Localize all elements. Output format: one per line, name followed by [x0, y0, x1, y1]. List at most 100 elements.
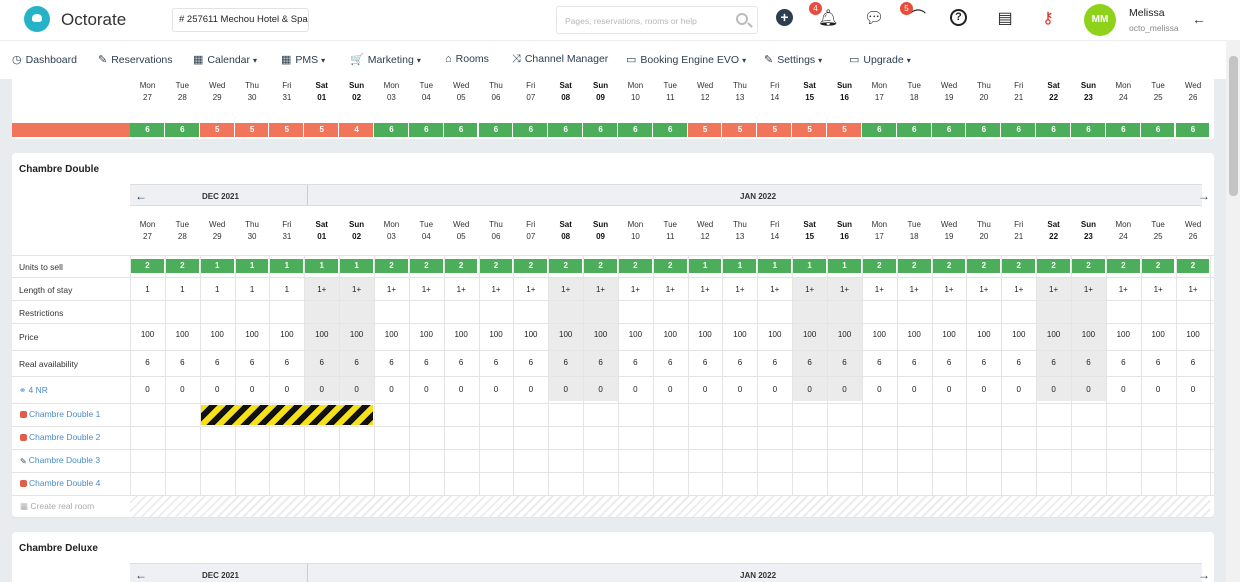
- price-cell[interactable]: 100: [130, 330, 165, 339]
- units-to-sell-cell[interactable]: 1: [827, 261, 862, 270]
- units-to-sell-cell[interactable]: 2: [374, 261, 409, 270]
- price-cell[interactable]: 100: [653, 330, 688, 339]
- nav-item-channel-manager[interactable]: ⤨ Channel Manager: [512, 53, 608, 66]
- price-cell[interactable]: 100: [1001, 330, 1036, 339]
- price-cell[interactable]: 100: [479, 330, 514, 339]
- nav-item-marketing[interactable]: 🛒 Marketing ▾: [350, 53, 421, 66]
- length-of-stay-cell[interactable]: 1+: [827, 285, 862, 294]
- units-to-sell-cell[interactable]: 1: [757, 261, 792, 270]
- create-real-room-button[interactable]: ▦ Create real room: [20, 501, 94, 512]
- length-of-stay-cell[interactable]: 1+: [792, 285, 827, 294]
- length-of-stay-cell[interactable]: 1+: [374, 285, 409, 294]
- nav-item-upgrade[interactable]: ▭ Upgrade ▾: [849, 53, 911, 66]
- rate-plan-cell[interactable]: 0: [792, 385, 827, 394]
- availability-value[interactable]: 6: [444, 125, 479, 134]
- availability-value[interactable]: 6: [862, 125, 897, 134]
- units-to-sell-cell[interactable]: 2: [548, 261, 583, 270]
- length-of-stay-cell[interactable]: 1+: [932, 285, 967, 294]
- rate-plan-cell[interactable]: 0: [932, 385, 967, 394]
- hotel-selector[interactable]: # 257611 Mechou Hotel & Spa: [172, 8, 309, 32]
- units-to-sell-cell[interactable]: 2: [618, 261, 653, 270]
- units-to-sell-cell[interactable]: 2: [862, 261, 897, 270]
- price-cell[interactable]: 100: [304, 330, 339, 339]
- brand-name[interactable]: Octorate: [61, 10, 126, 30]
- availability-value[interactable]: 6: [932, 125, 967, 134]
- rate-plan-cell[interactable]: 0: [583, 385, 618, 394]
- units-to-sell-cell[interactable]: 1: [688, 261, 723, 270]
- search-input[interactable]: Pages, reservations, rooms or help: [565, 16, 697, 26]
- availability-value[interactable]: 6: [653, 125, 688, 134]
- room-link[interactable]: Chambre Double 2: [20, 432, 100, 442]
- units-to-sell-cell[interactable]: 1: [269, 261, 304, 270]
- rate-plan-cell[interactable]: 0: [688, 385, 723, 394]
- row-label-rate-plan[interactable]: ⚭ 4 NR: [19, 385, 48, 396]
- price-cell[interactable]: 100: [722, 330, 757, 339]
- nav-item-pms[interactable]: ▦ PMS ▾: [281, 53, 325, 66]
- availability-value[interactable]: 6: [374, 125, 409, 134]
- rate-plan-cell[interactable]: 0: [374, 385, 409, 394]
- price-cell[interactable]: 100: [1106, 330, 1141, 339]
- price-cell[interactable]: 100: [897, 330, 932, 339]
- availability-value[interactable]: 5: [792, 125, 827, 134]
- units-to-sell-cell[interactable]: 2: [444, 261, 479, 270]
- price-cell[interactable]: 100: [1141, 330, 1176, 339]
- availability-value[interactable]: 6: [618, 125, 653, 134]
- add-button[interactable]: +: [776, 9, 796, 29]
- price-cell[interactable]: 100: [409, 330, 444, 339]
- units-to-sell-cell[interactable]: 2: [932, 261, 967, 270]
- price-cell[interactable]: 100: [932, 330, 967, 339]
- price-cell[interactable]: 100: [1071, 330, 1106, 339]
- length-of-stay-cell[interactable]: 1+: [339, 285, 374, 294]
- price-cell[interactable]: 100: [862, 330, 897, 339]
- room-link[interactable]: ✎ Chambre Double 3: [20, 455, 100, 466]
- rate-plan-cell[interactable]: 0: [235, 385, 270, 394]
- availability-value[interactable]: 6: [1176, 125, 1211, 134]
- price-cell[interactable]: 100: [618, 330, 653, 339]
- nav-item-booking-engine-evo[interactable]: ▭ Booking Engine EVO ▾: [626, 53, 746, 66]
- prev-month-arrow-icon[interactable]: ←: [135, 189, 147, 203]
- length-of-stay-cell[interactable]: 1+: [1036, 285, 1071, 294]
- search-icon[interactable]: [736, 13, 748, 25]
- length-of-stay-cell[interactable]: 1+: [722, 285, 757, 294]
- length-of-stay-cell[interactable]: 1+: [409, 285, 444, 294]
- units-to-sell-cell[interactable]: 2: [409, 261, 444, 270]
- units-to-sell-cell[interactable]: 2: [130, 261, 165, 270]
- rate-plan-cell[interactable]: 0: [897, 385, 932, 394]
- rate-plan-cell[interactable]: 0: [1141, 385, 1176, 394]
- availability-value[interactable]: 6: [513, 125, 548, 134]
- units-to-sell-cell[interactable]: 2: [966, 261, 1001, 270]
- price-cell[interactable]: 100: [513, 330, 548, 339]
- rate-plan-cell[interactable]: 0: [757, 385, 792, 394]
- length-of-stay-cell[interactable]: 1+: [757, 285, 792, 294]
- room-link[interactable]: Chambre Double 4: [20, 478, 100, 488]
- availability-value[interactable]: 5: [304, 125, 339, 134]
- length-of-stay-cell[interactable]: 1+: [1176, 285, 1211, 294]
- rate-plan-cell[interactable]: 0: [269, 385, 304, 394]
- length-of-stay-cell[interactable]: 1+: [966, 285, 1001, 294]
- availability-value[interactable]: 6: [966, 125, 1001, 134]
- translate-icon[interactable]: ▤: [995, 9, 1015, 29]
- rate-plan-cell[interactable]: 0: [722, 385, 757, 394]
- price-cell[interactable]: 100: [548, 330, 583, 339]
- availability-value[interactable]: 6: [548, 125, 583, 134]
- price-cell[interactable]: 100: [165, 330, 200, 339]
- length-of-stay-cell[interactable]: 1+: [618, 285, 653, 294]
- units-to-sell-cell[interactable]: 2: [653, 261, 688, 270]
- rate-plan-cell[interactable]: 0: [130, 385, 165, 394]
- length-of-stay-cell[interactable]: 1+: [548, 285, 583, 294]
- units-to-sell-cell[interactable]: 2: [1141, 261, 1176, 270]
- availability-value[interactable]: 5: [269, 125, 304, 134]
- rate-plan-cell[interactable]: 0: [862, 385, 897, 394]
- avatar[interactable]: MM: [1084, 4, 1116, 36]
- price-cell[interactable]: 100: [444, 330, 479, 339]
- price-cell[interactable]: 100: [757, 330, 792, 339]
- rate-plan-cell[interactable]: 0: [165, 385, 200, 394]
- rate-plan-cell[interactable]: 0: [1106, 385, 1141, 394]
- units-to-sell-cell[interactable]: 2: [479, 261, 514, 270]
- price-cell[interactable]: 100: [269, 330, 304, 339]
- price-cell[interactable]: 100: [1036, 330, 1071, 339]
- next-month-arrow-icon[interactable]: →: [1198, 568, 1210, 582]
- rate-plan-cell[interactable]: 0: [513, 385, 548, 394]
- price-cell[interactable]: 100: [827, 330, 862, 339]
- length-of-stay-cell[interactable]: 1+: [862, 285, 897, 294]
